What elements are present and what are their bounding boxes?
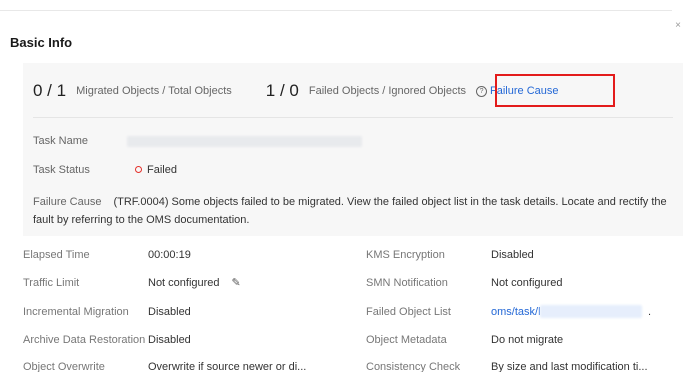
kms-encryption-label: KMS Encryption [366, 249, 445, 261]
smn-notification-label: SMN Notification [366, 277, 448, 289]
smn-notification-value: Not configured [491, 277, 563, 289]
task-status-value: Failed [135, 164, 177, 176]
object-metadata-label: Object Metadata [366, 334, 447, 346]
elapsed-time-label: Elapsed Time [23, 249, 90, 261]
failure-cause-label: Failure Cause [33, 196, 102, 208]
consistency-check-label: Consistency Check [366, 361, 461, 372]
failed-object-list-label: Failed Object List [366, 306, 451, 318]
section-title: Basic Info [10, 35, 73, 50]
failed-count-label: Failed Objects / Ignored Objects [308, 85, 467, 97]
consistency-check-value: By size and last modification ti... [491, 361, 648, 372]
object-overwrite-value: Overwrite if source newer or di... [148, 361, 307, 372]
highlight-annotation [495, 74, 615, 107]
edit-pencil-icon[interactable]: ✎ [232, 276, 241, 289]
archive-restoration-label: Archive Data Restoration [23, 334, 146, 346]
object-counts-row: 0 / 1 Migrated Objects / Total Objects 1… [33, 81, 559, 101]
summary-panel: 0 / 1 Migrated Objects / Total Objects 1… [23, 63, 683, 236]
failed-object-list-suffix: . [648, 306, 652, 318]
failure-cause-row: Failure Cause (TRF.0004) Some objects fai… [33, 193, 678, 229]
failed-object-path-redacted [540, 305, 642, 318]
close-icon[interactable]: × [675, 20, 681, 31]
header-divider [0, 10, 672, 11]
migrated-count-label: Migrated Objects / Total Objects [76, 85, 232, 97]
question-circle-icon[interactable]: ? [476, 85, 488, 97]
traffic-limit-value: Not configured [148, 277, 220, 289]
incremental-migration-label: Incremental Migration [23, 306, 129, 318]
traffic-limit-label: Traffic Limit [23, 277, 80, 289]
elapsed-time-value: 00:00:19 [148, 249, 191, 261]
task-name-value-redacted [127, 136, 362, 147]
incremental-migration-value: Disabled [148, 306, 191, 318]
object-metadata-value: Do not migrate [491, 334, 564, 346]
object-overwrite-label: Object Overwrite [23, 361, 105, 372]
task-name-label: Task Name [33, 135, 89, 147]
task-status-text: Failed [147, 164, 177, 176]
failed-count: 1 / 0 [265, 81, 299, 100]
panel-divider [33, 117, 673, 118]
failed-status-icon [135, 165, 142, 173]
failure-cause-text: (TRF.0004) Some objects failed to be mig… [33, 196, 667, 226]
task-details-dialog: × Basic Info 0 / 1 Migrated Objects / To… [0, 0, 683, 372]
task-status-label: Task Status [33, 164, 90, 176]
archive-restoration-value: Disabled [148, 334, 191, 346]
migrated-count: 0 / 1 [33, 81, 67, 100]
failed-object-list-link[interactable]: oms/task/l [491, 306, 541, 318]
traffic-limit-value-row: Not configured ✎ [148, 276, 241, 289]
kms-encryption-value: Disabled [491, 249, 534, 261]
